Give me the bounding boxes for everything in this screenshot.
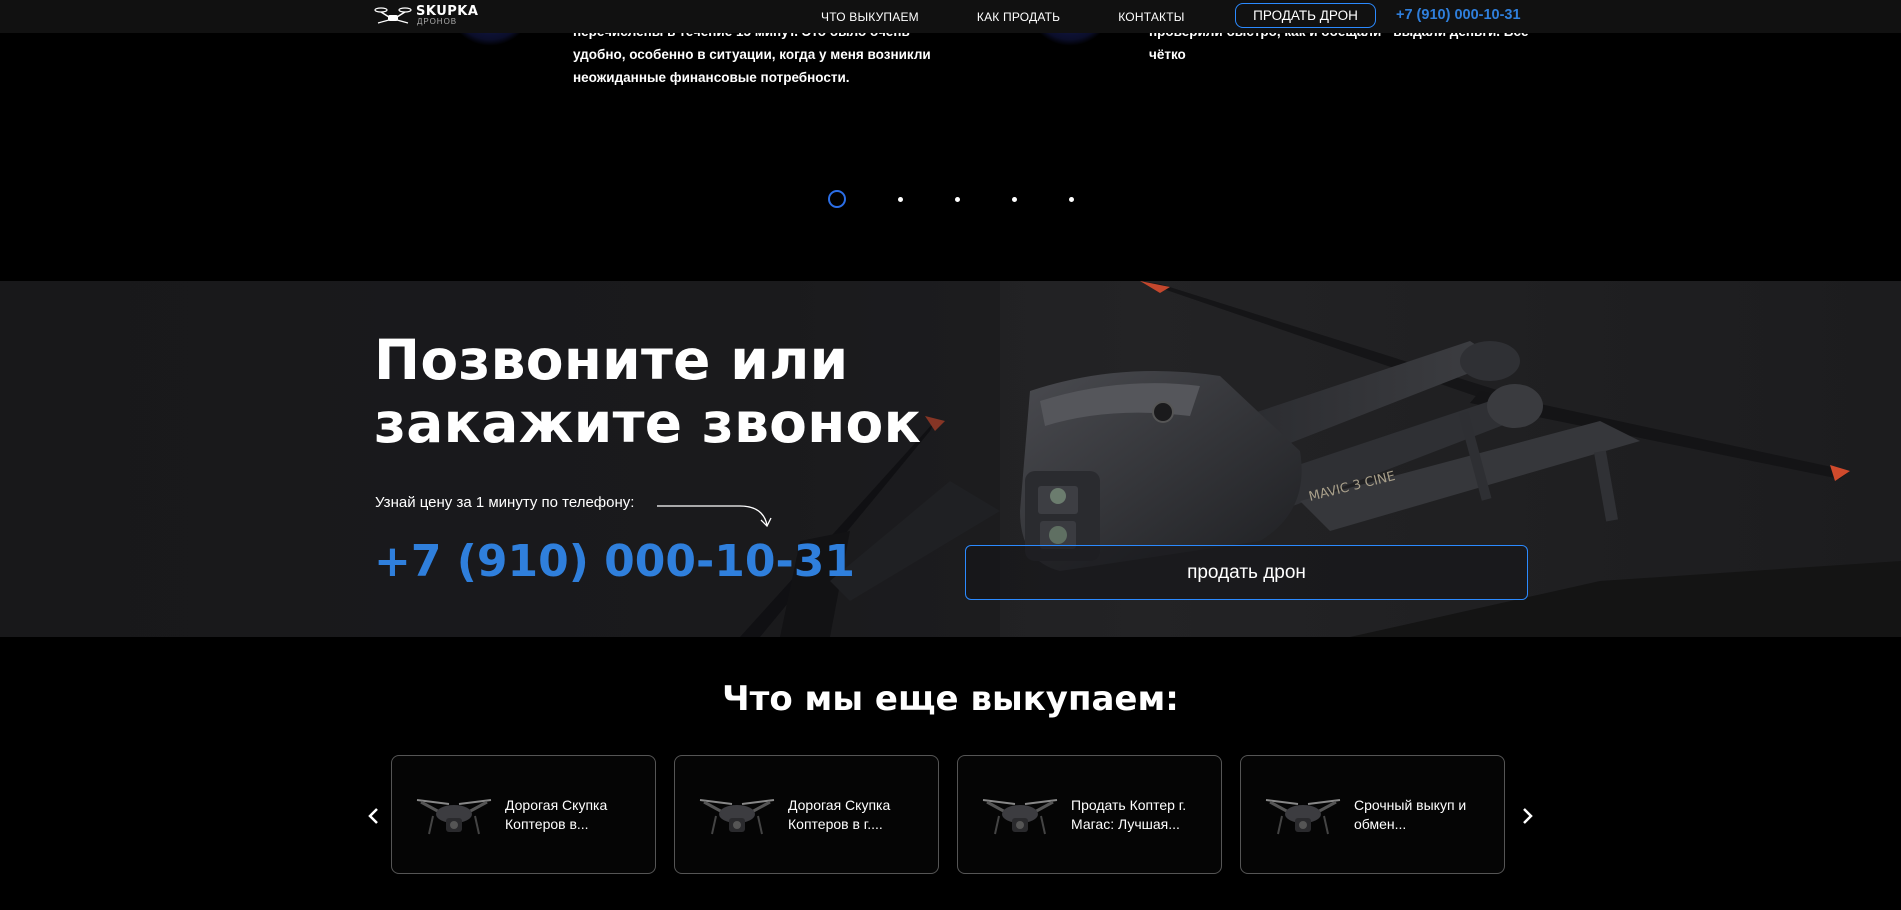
review-line: чётко xyxy=(1149,47,1186,62)
curved-arrow-icon xyxy=(657,505,772,528)
call-section: MAVIC 3 CINE Позвоните или закажите звон… xyxy=(0,281,1901,637)
drone-background-image: MAVIC 3 CINE xyxy=(0,281,1901,637)
card-title-line: Продать Коптер г. xyxy=(1071,796,1187,813)
call-subtitle: Узнай цену за 1 минуту по телефону: xyxy=(375,494,635,511)
card-title: Срочный выкуп и обмен... xyxy=(1354,796,1484,834)
drone-thumbnail-image xyxy=(982,798,1058,834)
nav-item-what-we-buy[interactable]: ЧТО ВЫКУПАЕМ xyxy=(821,10,919,24)
drone-thumbnail-image xyxy=(416,798,492,834)
card-title: Продать Коптер г. Магас: Лучшая... xyxy=(1071,796,1201,834)
carousel-dots xyxy=(0,189,1901,209)
product-card[interactable]: Срочный выкуп и обмен... xyxy=(1240,755,1505,874)
drone-logo-icon xyxy=(374,7,412,24)
sell-drone-button[interactable]: продать дрон xyxy=(965,545,1528,600)
call-phone-link[interactable]: +7 (910) 000-10-31 xyxy=(374,536,855,587)
carousel-dot-5[interactable] xyxy=(1069,197,1074,202)
chevron-right-icon xyxy=(1523,808,1533,824)
card-title-line: Срочный выкуп и xyxy=(1354,796,1467,813)
carousel-next-button[interactable] xyxy=(1518,805,1538,827)
carousel-dot-1[interactable] xyxy=(828,190,846,208)
product-card[interactable]: Дорогая Скупка Коптеров в... xyxy=(391,755,656,874)
carousel-prev-button[interactable] xyxy=(363,805,383,827)
drone-thumbnail-image xyxy=(1265,798,1341,834)
main-nav: ЧТО ВЫКУПАЕМ КАК ПРОДАТЬ КОНТАКТЫ xyxy=(821,0,1185,33)
product-card[interactable]: Продать Коптер г. Магас: Лучшая... xyxy=(957,755,1222,874)
card-title: Дорогая Скупка Коптеров в г.... xyxy=(788,796,918,834)
card-title-line: Коптеров в... xyxy=(505,815,589,832)
more-section-title: Что мы еще выкупаем: xyxy=(722,679,1179,719)
card-title: Дорогая Скупка Коптеров в... xyxy=(505,796,635,834)
product-card[interactable]: Дорогая Скупка Коптеров в г.... xyxy=(674,755,939,874)
chevron-left-icon xyxy=(368,808,378,824)
card-title-line: Дорогая Скупка xyxy=(788,796,891,813)
carousel-dot-2[interactable] xyxy=(898,197,903,202)
card-title-line: Дорогая Скупка xyxy=(505,796,608,813)
site-header: SKUPKA ДРОНОВ ЧТО ВЫКУПАЕМ КАК ПРОДАТЬ К… xyxy=(0,0,1901,33)
card-title-line: Магас: Лучшая... xyxy=(1071,815,1180,832)
logo-subtitle: ДРОНОВ xyxy=(417,16,458,26)
nav-item-contacts[interactable]: КОНТАКТЫ xyxy=(1118,10,1184,24)
call-title-line: Позвоните или xyxy=(374,328,849,392)
call-title-line: закажите звонок xyxy=(374,391,922,455)
header-phone-link[interactable]: +7 (910) 000-10-31 xyxy=(1396,7,1521,23)
carousel-dot-3[interactable] xyxy=(955,197,960,202)
drone-thumbnail-image xyxy=(699,798,775,834)
card-title-line: Коптеров в г.... xyxy=(788,815,883,832)
review-line: удобно, особенно в ситуации, когда у мен… xyxy=(573,47,931,62)
card-title-line: обмен... xyxy=(1354,815,1407,832)
review-line: неожиданные финансовые потребности. xyxy=(573,70,850,85)
call-title: Позвоните или закажите звонок xyxy=(374,329,921,455)
logo[interactable]: SKUPKA ДРОНОВ xyxy=(374,3,478,27)
carousel-dot-4[interactable] xyxy=(1012,197,1017,202)
header-sell-drone-button[interactable]: ПРОДАТЬ ДРОН xyxy=(1235,3,1376,28)
logo-title: SKUPKA xyxy=(416,3,479,19)
nav-item-how-to-sell[interactable]: КАК ПРОДАТЬ xyxy=(977,10,1060,24)
